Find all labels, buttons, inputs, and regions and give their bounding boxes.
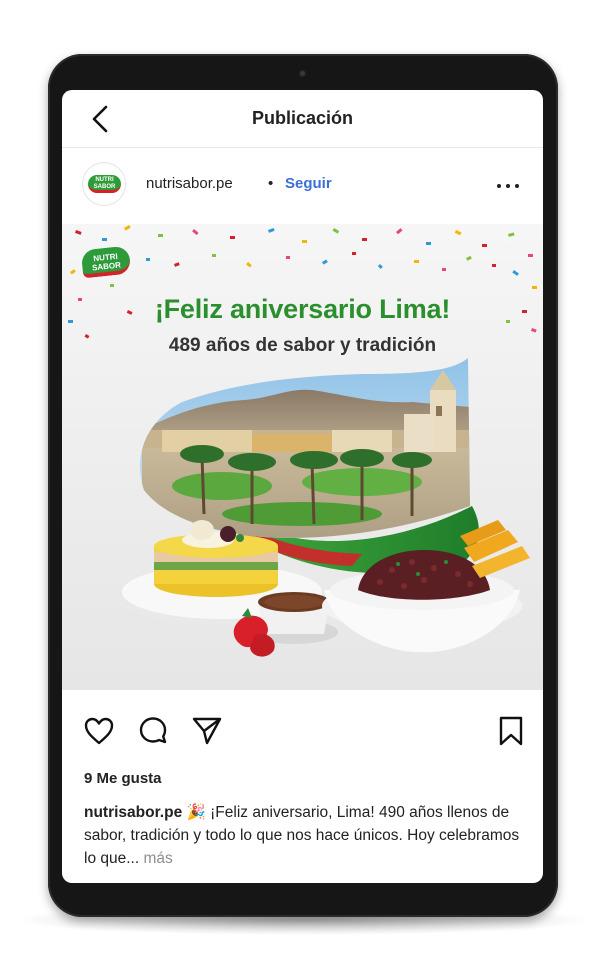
follow-button[interactable]: Seguir xyxy=(285,175,332,192)
bookmark-icon xyxy=(499,716,523,746)
separator-dot: • xyxy=(268,175,274,192)
caption-username-link[interactable]: nutrisabor.pe xyxy=(84,804,182,821)
brand-logo-small: NUTRI SABOR xyxy=(88,175,121,193)
save-button[interactable] xyxy=(494,714,528,748)
post-header: NUTRI SABOR nutrisabor.pe • Seguir xyxy=(62,148,543,224)
more-horizontal-icon xyxy=(497,184,501,188)
like-button[interactable] xyxy=(82,714,116,748)
app-screen: Publicación NUTRI SABOR nutrisabor.pe • … xyxy=(62,90,543,883)
send-icon xyxy=(192,717,222,745)
avatar[interactable]: NUTRI SABOR xyxy=(82,162,126,206)
top-navigation-bar: Publicación xyxy=(62,90,543,148)
party-emoji: 🎉 xyxy=(186,804,206,821)
post-caption: nutrisabor.pe 🎉 ¡Feliz aniversario, Lima… xyxy=(84,801,524,870)
comment-button[interactable] xyxy=(136,714,170,748)
front-camera xyxy=(299,70,306,77)
more-options-button[interactable] xyxy=(497,181,521,191)
post-actions-bar xyxy=(62,690,543,758)
page-title: Publicación xyxy=(251,108,354,128)
post-image[interactable]: NUTRI SABOR ¡Feliz aniversario Lima! 489… xyxy=(62,224,543,690)
comment-icon xyxy=(139,717,167,744)
post-username-link[interactable]: nutrisabor.pe xyxy=(146,175,233,192)
likes-count[interactable]: 9 Me gusta xyxy=(84,770,162,787)
caption-more-link[interactable]: más xyxy=(143,850,172,867)
heart-icon xyxy=(84,717,114,745)
lima-plaza-and-dishes-illustration xyxy=(117,358,530,657)
share-button[interactable] xyxy=(190,714,224,748)
